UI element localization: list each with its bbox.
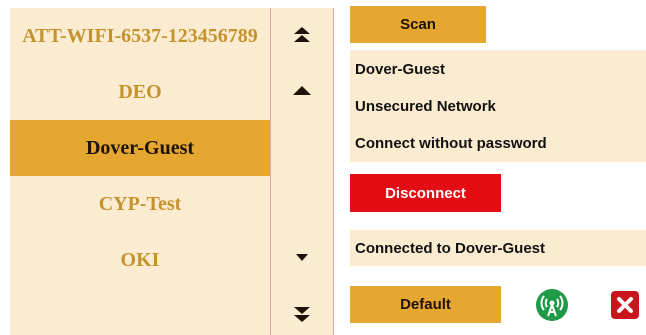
scroll-top-button[interactable] [287, 20, 317, 50]
network-item-selected[interactable]: Dover-Guest [10, 120, 270, 176]
disconnect-button[interactable]: Disconnect [350, 174, 501, 212]
network-security: Unsecured Network [355, 98, 496, 115]
network-item[interactable]: OKI [10, 232, 270, 288]
wifi-button[interactable] [535, 288, 569, 322]
double-chevron-up-icon [294, 27, 310, 42]
connect-hint: Connect without password [355, 135, 547, 152]
chevron-up-icon [293, 86, 311, 95]
close-button[interactable] [610, 290, 640, 320]
default-button[interactable]: Default [350, 286, 501, 323]
double-chevron-down-icon [294, 307, 310, 322]
wifi-antenna-icon [536, 289, 568, 321]
scan-button[interactable]: Scan [350, 6, 486, 43]
scroll-controls [270, 8, 334, 335]
scroll-down-button[interactable] [287, 242, 317, 272]
close-icon [611, 291, 639, 319]
network-item[interactable]: DEO [10, 64, 270, 120]
network-item[interactable]: ATT-WIFI-6537-123456789 [10, 8, 270, 64]
chevron-down-icon [296, 254, 308, 261]
network-ssid: Dover-Guest [355, 61, 446, 78]
connection-status: Connected to Dover-Guest [350, 230, 646, 266]
scroll-bottom-button[interactable] [287, 299, 317, 329]
network-list: ATT-WIFI-6537-123456789 DEO Dover-Guest … [10, 8, 270, 335]
network-item[interactable]: CYP-Test [10, 176, 270, 232]
network-info-panel: Dover-Guest Unsecured Network Connect wi… [350, 50, 646, 162]
scroll-up-button[interactable] [287, 76, 317, 106]
